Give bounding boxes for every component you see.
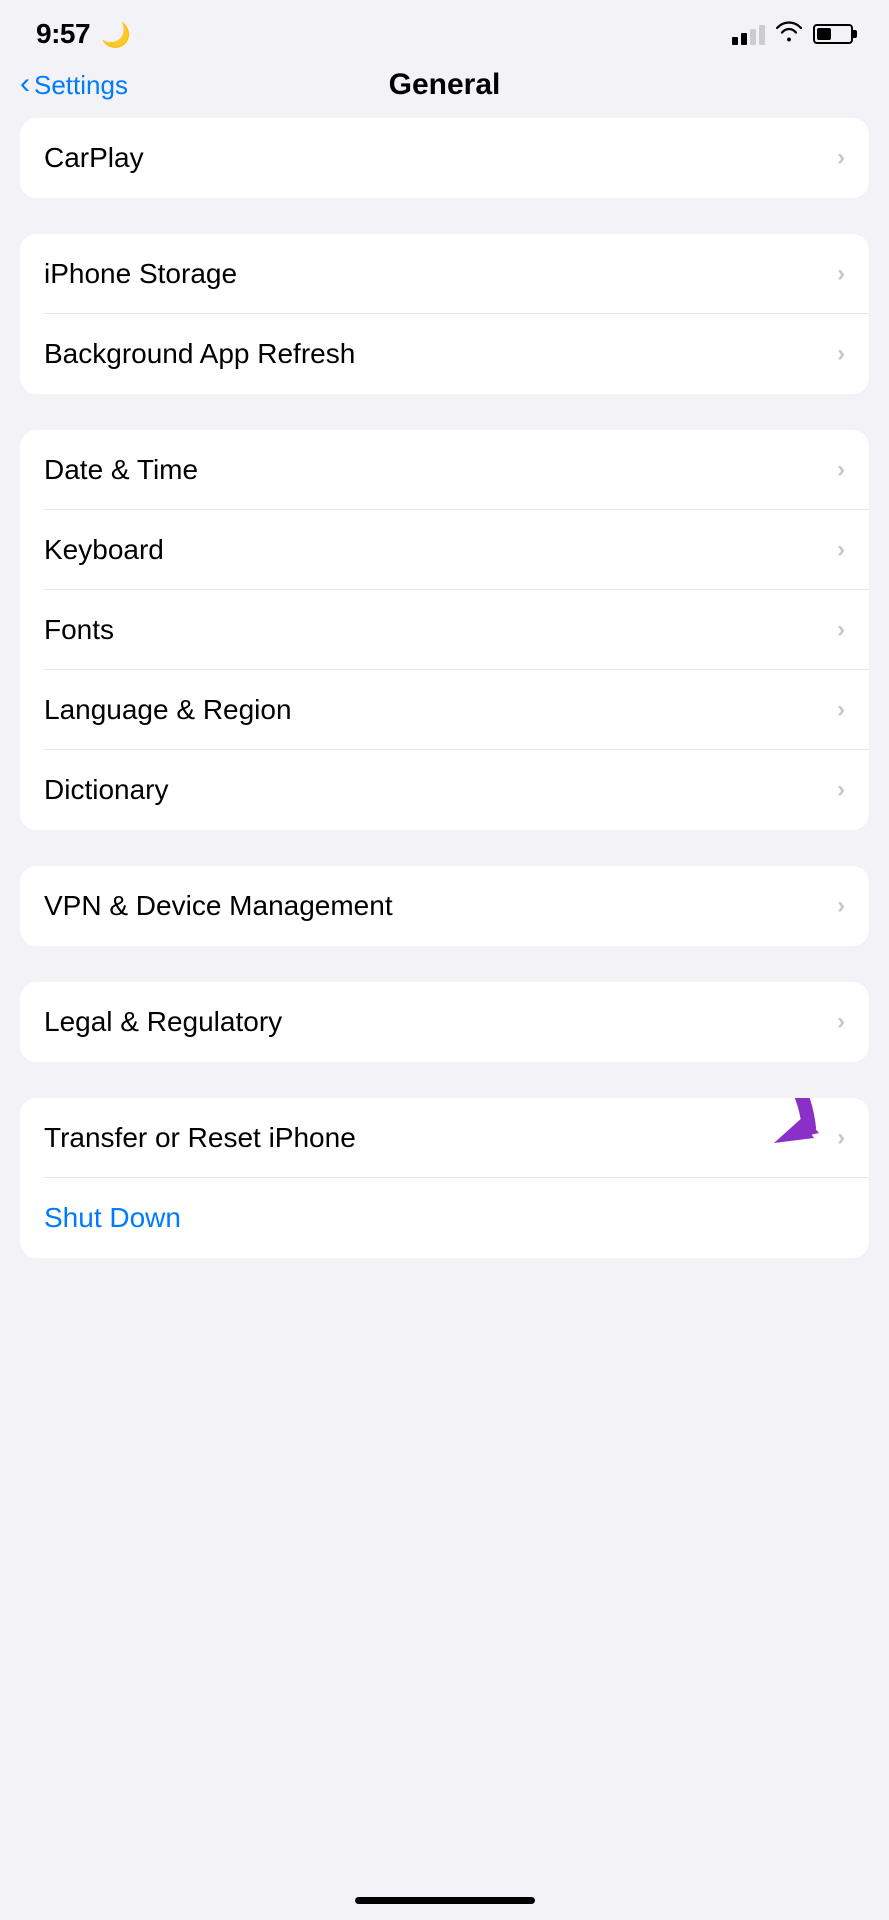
back-chevron-icon: ‹ bbox=[20, 69, 30, 99]
section-legal: Legal & Regulatory › bbox=[20, 982, 869, 1062]
section-storage: iPhone Storage › Background App Refresh … bbox=[20, 234, 869, 394]
language-region-label: Language & Region bbox=[44, 694, 292, 726]
row-legal[interactable]: Legal & Regulatory › bbox=[20, 982, 869, 1062]
chevron-right-icon: › bbox=[837, 536, 845, 564]
section-reset: Transfer or Reset iPhone › Shut Down bbox=[20, 1098, 869, 1258]
status-bar: 9:57 🌙 bbox=[0, 0, 889, 60]
row-shut-down[interactable]: Shut Down bbox=[20, 1178, 869, 1258]
chevron-right-icon: › bbox=[837, 260, 845, 288]
chevron-right-icon: › bbox=[837, 892, 845, 920]
signal-icon bbox=[732, 23, 765, 45]
chevron-right-icon: › bbox=[837, 696, 845, 724]
legal-label: Legal & Regulatory bbox=[44, 1006, 282, 1038]
back-button[interactable]: ‹ Settings bbox=[20, 70, 128, 101]
row-carplay[interactable]: CarPlay › bbox=[20, 118, 869, 198]
row-vpn[interactable]: VPN & Device Management › bbox=[20, 866, 869, 946]
row-fonts[interactable]: Fonts › bbox=[20, 590, 869, 670]
iphone-storage-label: iPhone Storage bbox=[44, 258, 237, 290]
chevron-right-icon: › bbox=[837, 1124, 845, 1152]
chevron-right-icon: › bbox=[837, 1008, 845, 1036]
keyboard-label: Keyboard bbox=[44, 534, 164, 566]
status-time: 9:57 🌙 bbox=[36, 18, 131, 50]
row-iphone-storage[interactable]: iPhone Storage › bbox=[20, 234, 869, 314]
chevron-right-icon: › bbox=[837, 616, 845, 644]
row-keyboard[interactable]: Keyboard › bbox=[20, 510, 869, 590]
section-carplay: CarPlay › bbox=[20, 118, 869, 198]
wifi-icon bbox=[775, 20, 803, 48]
home-indicator bbox=[355, 1897, 535, 1904]
background-refresh-label: Background App Refresh bbox=[44, 338, 355, 370]
dictionary-label: Dictionary bbox=[44, 774, 168, 806]
row-date-time[interactable]: Date & Time › bbox=[20, 430, 869, 510]
carplay-label: CarPlay bbox=[44, 142, 144, 174]
back-label: Settings bbox=[34, 70, 128, 101]
battery-icon bbox=[813, 24, 853, 44]
chevron-right-icon: › bbox=[837, 144, 845, 172]
shut-down-label: Shut Down bbox=[44, 1202, 181, 1234]
fonts-label: Fonts bbox=[44, 614, 114, 646]
settings-content: CarPlay › iPhone Storage › Background Ap… bbox=[0, 118, 889, 1258]
row-transfer-reset[interactable]: Transfer or Reset iPhone › bbox=[20, 1098, 869, 1178]
transfer-reset-label: Transfer or Reset iPhone bbox=[44, 1122, 356, 1154]
moon-icon: 🌙 bbox=[101, 22, 130, 49]
row-language-region[interactable]: Language & Region › bbox=[20, 670, 869, 750]
section-vpn: VPN & Device Management › bbox=[20, 866, 869, 946]
nav-bar: ‹ Settings General bbox=[0, 60, 889, 118]
date-time-label: Date & Time bbox=[44, 454, 198, 486]
status-icons bbox=[732, 20, 853, 48]
row-dictionary[interactable]: Dictionary › bbox=[20, 750, 869, 830]
chevron-right-icon: › bbox=[837, 776, 845, 804]
vpn-label: VPN & Device Management bbox=[44, 890, 393, 922]
row-background-refresh[interactable]: Background App Refresh › bbox=[20, 314, 869, 394]
chevron-right-icon: › bbox=[837, 340, 845, 368]
page-title: General bbox=[389, 68, 501, 102]
section-locale: Date & Time › Keyboard › Fonts › Languag… bbox=[20, 430, 869, 830]
chevron-right-icon: › bbox=[837, 456, 845, 484]
